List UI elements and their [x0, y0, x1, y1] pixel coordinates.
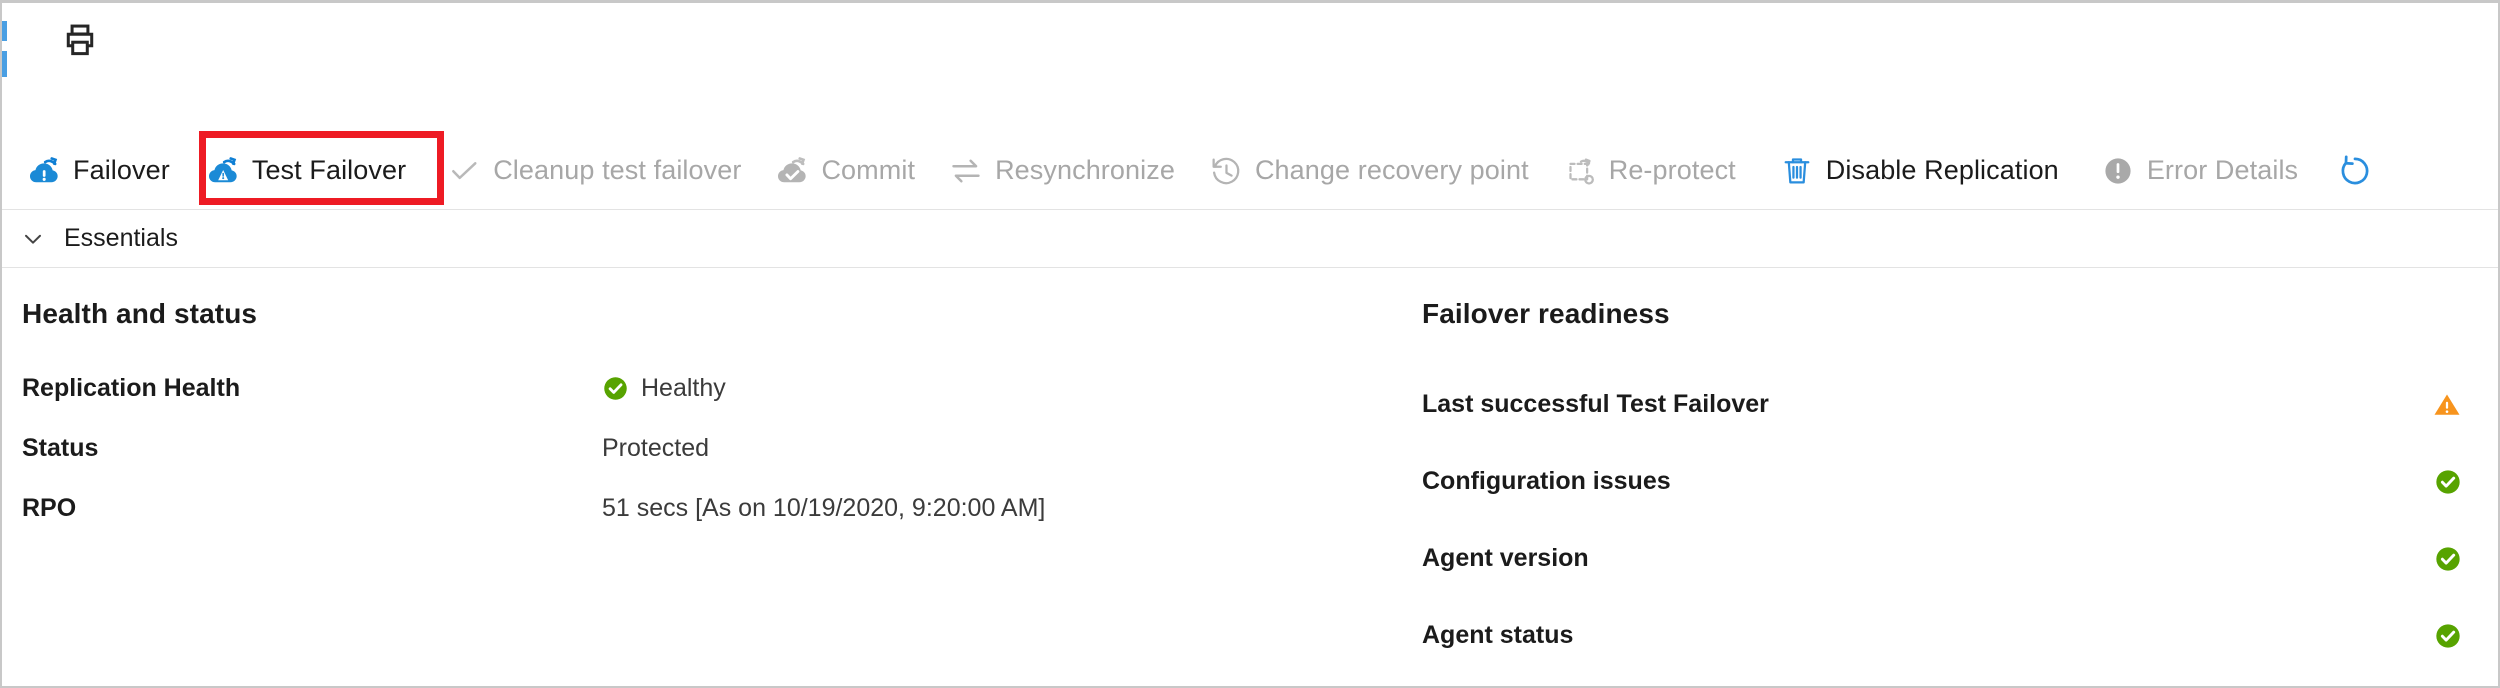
row-configuration-issues: Configuration issues	[1422, 443, 2462, 520]
clock-history-icon	[1206, 151, 1246, 191]
orange-warning-icon	[2412, 390, 2462, 420]
command-test-failover-label: Test Failover	[251, 155, 407, 185]
health-and-status-list: Replication Health Healthy Status Protec…	[22, 358, 1342, 538]
check-icon	[444, 151, 484, 191]
command-test-failover[interactable]: Test Failover	[189, 143, 426, 199]
top-toolbar-strip	[2, 3, 2498, 78]
row-last-successful-test-failover: Last successful Test Failover	[1422, 366, 2462, 443]
essentials-label: Essentials	[64, 224, 178, 252]
failover-readiness-panel: Failover readiness Last successful Test …	[1422, 268, 2462, 674]
command-error-details[interactable]: Error Details	[2094, 143, 2311, 199]
agent-status-label: Agent status	[1422, 621, 1574, 649]
failover-readiness-title: Failover readiness	[1422, 298, 1670, 329]
row-agent-version: Agent version	[1422, 520, 2462, 597]
status-value-group: Protected	[602, 434, 709, 463]
agent-version-label: Agent version	[1422, 544, 1589, 572]
health-and-status-panel: Health and status Replication Health Hea…	[22, 268, 1342, 538]
command-change-recovery-point[interactable]: Change recovery point	[1202, 143, 1542, 199]
reprotect-icon	[1560, 151, 1600, 191]
command-resynchronize-label: Resynchronize	[995, 155, 1175, 185]
command-resynchronize[interactable]: Resynchronize	[942, 143, 1188, 199]
essentials-toggle[interactable]: Essentials	[2, 210, 2498, 267]
green-check-icon	[602, 375, 629, 402]
replication-health-label: Replication Health	[22, 373, 241, 402]
trash-icon	[1777, 151, 1817, 191]
rpo-value: 51 secs [As on 10/19/2020, 9:20:00 AM]	[602, 493, 1046, 522]
cloud-failover-icon	[24, 151, 64, 191]
command-failover[interactable]: Failover	[20, 143, 183, 199]
green-check-icon	[2412, 468, 2462, 496]
command-disable-replication[interactable]: Disable Replication	[1773, 143, 2072, 199]
configuration-issues-label: Configuration issues	[1422, 467, 1671, 495]
command-cleanup-test-failover[interactable]: Cleanup test failover	[440, 143, 754, 199]
command-bar: Failover Test Failover Cleanup test fail…	[2, 133, 2498, 208]
replicated-item-overview-pane: Failover Test Failover Cleanup test fail…	[0, 0, 2500, 688]
last-successful-test-failover-label: Last successful Test Failover	[1422, 390, 1769, 418]
row-replication-health: Replication Health Healthy	[22, 358, 1342, 418]
command-error-details-label: Error Details	[2146, 155, 2299, 185]
cloud-failover-icon	[203, 151, 243, 191]
command-disable-replication-label: Disable Replication	[1825, 155, 2059, 185]
command-change-recovery-point-label: Change recovery point	[1254, 155, 1529, 185]
left-edge-icon-sliver-bottom	[2, 51, 7, 77]
command-re-protect[interactable]: Re-protect	[1556, 143, 1749, 199]
replication-health-value: Healthy	[641, 373, 726, 402]
command-refresh[interactable]	[2331, 143, 2384, 199]
sync-arrows-icon	[946, 151, 986, 191]
essentials-content: Health and status Replication Health Hea…	[2, 268, 2498, 686]
command-re-protect-label: Re-protect	[1608, 155, 1736, 185]
command-cleanup-test-failover-label: Cleanup test failover	[493, 155, 742, 185]
cloud-check-icon	[772, 151, 812, 191]
command-commit[interactable]: Commit	[768, 143, 928, 199]
print-icon	[61, 21, 99, 59]
rpo-label: RPO	[22, 493, 77, 522]
error-circle-icon	[2098, 151, 2138, 191]
left-edge-icon-sliver-top	[2, 21, 7, 41]
row-agent-status: Agent status	[1422, 597, 2462, 674]
refresh-icon	[2335, 151, 2375, 191]
status-value: Protected	[602, 433, 710, 462]
status-label: Status	[22, 433, 99, 462]
green-check-icon	[2412, 622, 2462, 650]
row-rpo: RPO 51 secs [As on 10/19/2020, 9:20:00 A…	[22, 478, 1342, 538]
replication-health-value-group: Healthy	[602, 374, 726, 403]
command-commit-label: Commit	[821, 155, 916, 185]
green-check-icon	[2412, 545, 2462, 573]
row-status: Status Protected	[22, 418, 1342, 478]
health-and-status-title: Health and status	[22, 298, 258, 329]
rpo-value-group: 51 secs [As on 10/19/2020, 9:20:00 AM]	[602, 494, 1045, 523]
chevron-down-icon	[18, 224, 48, 254]
command-failover-label: Failover	[73, 155, 170, 185]
failover-readiness-list: Last successful Test Failover Configurat…	[1422, 366, 2462, 674]
print-button[interactable]	[57, 17, 103, 63]
